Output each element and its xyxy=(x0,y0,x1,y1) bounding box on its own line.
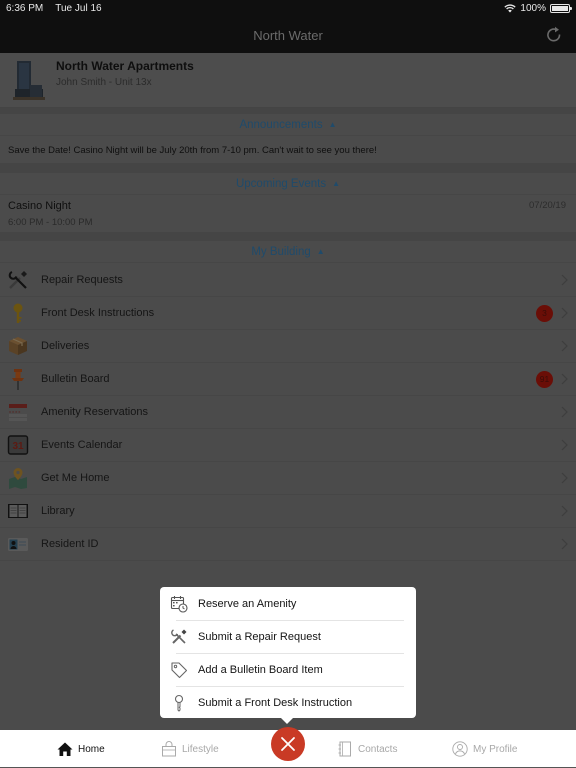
menu-label: Bulletin Board xyxy=(41,373,110,385)
svg-text:31: 31 xyxy=(12,441,24,452)
status-date: Tue Jul 16 xyxy=(55,3,102,14)
chevron-right-icon xyxy=(561,406,568,418)
popup-item-label: Reserve an Amenity xyxy=(198,597,297,610)
announcement-item[interactable]: Save the Date! Casino Night will be July… xyxy=(0,137,576,163)
menu-item-library[interactable]: Library xyxy=(0,495,576,528)
close-actions-button[interactable] xyxy=(271,727,305,761)
calendar-31-icon: 31 xyxy=(7,435,29,455)
user-circle-icon xyxy=(452,741,468,757)
menu-label: Repair Requests xyxy=(41,274,123,286)
popup-item-submit-repair[interactable]: Submit a Repair Request xyxy=(160,620,416,653)
building-icon xyxy=(13,61,45,100)
event-item[interactable]: Casino Night 6:00 PM - 10:00 PM 07/20/19 xyxy=(0,196,576,232)
id-card-icon xyxy=(8,538,28,551)
chevron-right-icon xyxy=(561,538,568,550)
tab-home[interactable]: Home xyxy=(57,730,105,768)
quick-actions-popup: Reserve an Amenity Submit a Repair Reque… xyxy=(160,587,416,724)
popup-item-label: Submit a Repair Request xyxy=(198,630,321,643)
pushpin-icon xyxy=(12,369,24,390)
menu-label: Library xyxy=(41,505,75,517)
map-pin-icon xyxy=(9,468,27,489)
menu-label: Events Calendar xyxy=(41,439,123,451)
divider xyxy=(0,163,576,173)
building-header[interactable]: My Building ▲ xyxy=(0,241,576,263)
close-icon xyxy=(281,737,295,751)
chevron-right-icon xyxy=(561,307,568,319)
menu-label: Get Me Home xyxy=(41,472,110,484)
menu-label: Resident ID xyxy=(41,538,99,550)
event-date: 07/20/19 xyxy=(529,200,566,211)
tab-label: Lifestyle xyxy=(182,743,219,755)
divider xyxy=(0,232,576,241)
tab-my-profile[interactable]: My Profile xyxy=(452,730,517,768)
popup-item-label: Add a Bulletin Board Item xyxy=(198,663,323,676)
calendar-clock-icon xyxy=(170,596,188,613)
svg-text:x x x x: x x x x xyxy=(9,409,20,414)
chevron-right-icon xyxy=(561,274,568,286)
tab-lifestyle[interactable]: Lifestyle xyxy=(161,730,219,768)
menu-item-deliveries[interactable]: Deliveries xyxy=(0,330,576,363)
events-header[interactable]: Upcoming Events ▲ xyxy=(0,173,576,195)
tools-icon xyxy=(171,629,187,644)
menu-item-repair-requests[interactable]: Repair Requests xyxy=(0,264,576,297)
wifi-icon xyxy=(504,4,517,13)
event-name: Casino Night xyxy=(8,200,71,212)
event-time: 6:00 PM - 10:00 PM xyxy=(8,217,93,228)
resident-info: John Smith - Unit 13x xyxy=(56,77,152,88)
address-book-icon xyxy=(338,741,351,757)
collapse-caret-icon: ▲ xyxy=(332,179,341,188)
nav-bar: North Water xyxy=(0,17,576,53)
tab-label: My Profile xyxy=(473,743,518,755)
announcements-title: Announcements xyxy=(239,118,323,131)
tag-icon xyxy=(171,662,188,679)
status-time: 6:36 PM xyxy=(6,3,44,14)
key-icon xyxy=(174,694,184,712)
tab-label: Home xyxy=(78,743,105,755)
menu-label: Amenity Reservations xyxy=(41,406,148,418)
chevron-right-icon xyxy=(561,472,568,484)
property-header[interactable]: North Water Apartments John Smith - Unit… xyxy=(0,53,576,108)
notification-badge: 3 xyxy=(536,304,553,322)
menu-label: Front Desk Instructions xyxy=(41,307,155,319)
refresh-icon[interactable] xyxy=(544,25,564,45)
menu-item-bulletin-board[interactable]: Bulletin Board 91 xyxy=(0,363,576,396)
popup-item-front-desk-instruction[interactable]: Submit a Front Desk Instruction xyxy=(160,686,416,719)
chevron-right-icon xyxy=(561,439,568,451)
battery-percent: 100% xyxy=(520,3,546,14)
menu-item-amenity-reservations[interactable]: x x x x Amenity Reservations xyxy=(0,396,576,429)
shopping-bag-icon xyxy=(162,741,176,757)
tab-contacts[interactable]: Contacts xyxy=(337,730,397,768)
status-bar: 6:36 PM Tue Jul 16 100% xyxy=(0,0,576,17)
menu-item-front-desk-instructions[interactable]: Front Desk Instructions 3 xyxy=(0,297,576,330)
property-name: North Water Apartments xyxy=(56,59,194,73)
home-icon xyxy=(57,742,73,756)
collapse-caret-icon: ▲ xyxy=(316,247,325,256)
menu-item-resident-id[interactable]: Resident ID xyxy=(0,528,576,561)
building-title: My Building xyxy=(251,245,311,258)
chevron-right-icon xyxy=(561,505,568,517)
tab-label: Contacts xyxy=(358,743,398,755)
menu-item-get-me-home[interactable]: Get Me Home xyxy=(0,462,576,495)
menu-item-events-calendar[interactable]: 31 Events Calendar xyxy=(0,429,576,462)
reservation-calendar-icon: x x x x xyxy=(9,404,27,421)
notification-badge: 91 xyxy=(536,370,553,388)
tools-icon xyxy=(8,271,27,289)
events-title: Upcoming Events xyxy=(235,177,327,190)
popup-item-reserve-amenity[interactable]: Reserve an Amenity xyxy=(160,587,416,620)
collapse-caret-icon: ▲ xyxy=(328,120,337,129)
popup-item-add-bulletin[interactable]: Add a Bulletin Board Item xyxy=(160,653,416,686)
package-icon xyxy=(9,337,27,355)
chevron-right-icon xyxy=(561,373,568,385)
chevron-right-icon xyxy=(561,340,568,352)
building-menu: Repair Requests Front Desk Instructions … xyxy=(0,264,576,561)
announcement-text: Save the Date! Casino Night will be July… xyxy=(8,144,377,156)
popup-item-label: Submit a Front Desk Instruction xyxy=(198,696,353,709)
menu-label: Deliveries xyxy=(41,340,90,352)
battery-icon xyxy=(550,4,572,13)
announcements-header[interactable]: Announcements ▲ xyxy=(0,114,576,136)
book-icon xyxy=(8,504,28,518)
key-icon xyxy=(13,303,23,323)
nav-title: North Water xyxy=(253,27,323,43)
